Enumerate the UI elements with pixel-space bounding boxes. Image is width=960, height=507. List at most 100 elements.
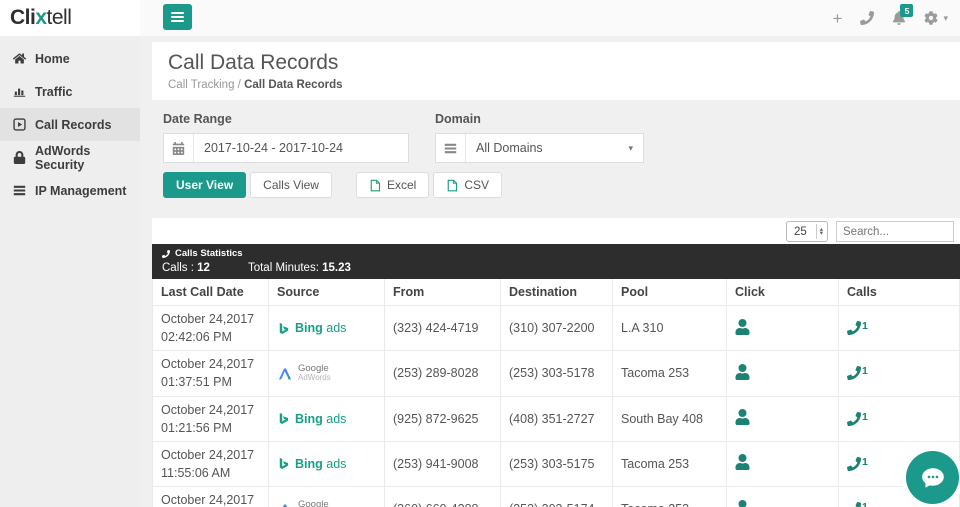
gear-icon bbox=[924, 11, 938, 25]
calls-cell: 1 bbox=[839, 306, 960, 351]
sidebar-item-home[interactable]: Home bbox=[0, 42, 140, 75]
logo-area: Clixtell bbox=[0, 0, 140, 36]
source-cell: Bing ads bbox=[269, 441, 385, 486]
date-range-label: Date Range bbox=[163, 112, 409, 126]
notification-badge: 5 bbox=[900, 4, 913, 17]
phone-icon bbox=[847, 366, 861, 380]
call-records-icon bbox=[13, 118, 26, 131]
search-input[interactable] bbox=[836, 221, 954, 242]
sidebar-item-label: AdWords Security bbox=[35, 144, 140, 172]
sidebar-item-ip-management[interactable]: IP Management bbox=[0, 174, 140, 207]
date-range-input[interactable] bbox=[194, 134, 408, 162]
breadcrumb: Call Tracking / Call Data Records bbox=[168, 79, 944, 91]
calls-count[interactable]: 1 bbox=[847, 366, 951, 380]
call-records-table: Last Call DateSourceFromDestinationPoolC… bbox=[152, 279, 960, 507]
export-csv-button[interactable]: CSV bbox=[433, 172, 502, 198]
table-row: October 24,201701:37:51 PM GoogleAdWords… bbox=[153, 351, 960, 396]
calls-view-button[interactable]: Calls View bbox=[250, 172, 332, 198]
column-header: Destination bbox=[501, 279, 613, 306]
google-adwords-source: GoogleAdWords bbox=[277, 364, 376, 383]
calls-count-label: Calls : bbox=[162, 262, 197, 274]
source-cell: Bing ads bbox=[269, 396, 385, 441]
sidebar-item-adwords-security[interactable]: AdWords Security bbox=[0, 141, 140, 174]
adwords-icon bbox=[277, 366, 293, 381]
date-range-input-group bbox=[163, 133, 409, 163]
adwords-security-icon bbox=[13, 151, 26, 164]
user-icon[interactable] bbox=[735, 409, 750, 425]
spinner-icon: ▴▾ bbox=[816, 224, 823, 239]
table-row: October 24,201711:55:06 AM Bing ads(253)… bbox=[153, 441, 960, 486]
call-records-table-card: 25 ▴▾ Calls Statistics Calls : 12Total M… bbox=[152, 218, 960, 507]
google-adwords-source: GoogleAdWords bbox=[277, 500, 376, 507]
last-call-date-cell: October 24,201711:55:06 AM bbox=[153, 441, 269, 486]
source-cell: Bing ads bbox=[269, 306, 385, 351]
last-call-date-cell: October 24,201711:51:39 AM bbox=[153, 487, 269, 507]
destination-number-cell: (408) 351-2727 bbox=[501, 396, 613, 441]
click-cell bbox=[727, 351, 839, 396]
column-header: Click bbox=[727, 279, 839, 306]
export-excel-button[interactable]: Excel bbox=[356, 172, 429, 198]
phone-icon[interactable] bbox=[860, 11, 874, 25]
notifications-button[interactable]: 5 bbox=[892, 11, 906, 25]
calls-count[interactable]: 1 bbox=[847, 321, 951, 335]
user-icon[interactable] bbox=[735, 500, 750, 507]
csv-file-icon bbox=[446, 179, 458, 192]
click-cell bbox=[727, 306, 839, 351]
settings-menu-button[interactable]: ▾ bbox=[924, 11, 948, 25]
add-icon[interactable]: + bbox=[833, 10, 843, 27]
breadcrumb-parent[interactable]: Call Tracking bbox=[168, 79, 234, 91]
per-page-select[interactable]: 25 ▴▾ bbox=[786, 221, 828, 242]
calls-cell: 1 bbox=[839, 396, 960, 441]
from-number-cell: (253) 289-8028 bbox=[385, 351, 501, 396]
csv-button-label: CSV bbox=[464, 178, 489, 192]
sidebar: Home Traffic Call Records AdWords Securi… bbox=[0, 36, 140, 507]
bing-icon bbox=[277, 412, 290, 425]
pool-cell: L.A 310 bbox=[613, 306, 727, 351]
user-view-button[interactable]: User View bbox=[163, 172, 246, 198]
date-range-filter: Date Range bbox=[163, 112, 409, 163]
topbar: Clixtell + 5 ▾ bbox=[0, 0, 960, 36]
stats-values-row: Calls : 12Total Minutes: 15.23 bbox=[162, 262, 950, 274]
pool-cell: South Bay 408 bbox=[613, 396, 727, 441]
phone-icon bbox=[847, 412, 861, 426]
chat-widget-button[interactable] bbox=[906, 451, 959, 504]
domain-filter: Domain All Domains ▾ bbox=[435, 112, 644, 163]
per-page-value: 25 bbox=[794, 226, 807, 238]
stats-title: Calls Statistics bbox=[175, 248, 243, 259]
domain-label: Domain bbox=[435, 112, 644, 126]
column-header: Source bbox=[269, 279, 385, 306]
user-icon[interactable] bbox=[735, 364, 750, 380]
logo-text-bold: Cli bbox=[10, 6, 35, 29]
table-row: October 24,201702:42:06 PM Bing ads(323)… bbox=[153, 306, 960, 351]
last-call-date-cell: October 24,201702:42:06 PM bbox=[153, 306, 269, 351]
sidebar-item-label: IP Management bbox=[35, 184, 126, 198]
table-row: October 24,201701:21:56 PM Bing ads(925)… bbox=[153, 396, 960, 441]
page-title: Call Data Records bbox=[168, 50, 944, 75]
logo-text-light: tell bbox=[47, 6, 72, 29]
traffic-icon bbox=[13, 85, 26, 98]
sidebar-toggle-button[interactable] bbox=[163, 4, 192, 30]
source-cell: GoogleAdWords bbox=[269, 487, 385, 507]
brand-logo[interactable]: Clixtell bbox=[10, 6, 71, 30]
domain-selected-value: All Domains bbox=[476, 141, 543, 155]
sidebar-item-traffic[interactable]: Traffic bbox=[0, 75, 140, 108]
from-number-cell: (925) 872-9625 bbox=[385, 396, 501, 441]
last-call-date-cell: October 24,201701:37:51 PM bbox=[153, 351, 269, 396]
user-icon[interactable] bbox=[735, 319, 750, 335]
table-header-row: Last Call DateSourceFromDestinationPoolC… bbox=[153, 279, 960, 306]
domain-select-group: All Domains ▾ bbox=[435, 133, 644, 163]
phone-icon bbox=[162, 250, 170, 258]
destination-number-cell: (253) 303-5178 bbox=[501, 351, 613, 396]
excel-button-label: Excel bbox=[387, 178, 416, 192]
source-cell: GoogleAdWords bbox=[269, 351, 385, 396]
bing-ads-source: Bing ads bbox=[277, 412, 376, 426]
calls-count[interactable]: 1 bbox=[847, 412, 951, 426]
table-toolbar: 25 ▴▾ bbox=[152, 218, 960, 244]
table-row: October 24,201711:51:39 AM GoogleAdWords… bbox=[153, 487, 960, 507]
domain-select[interactable]: All Domains ▾ bbox=[466, 134, 643, 162]
user-icon[interactable] bbox=[735, 454, 750, 470]
calls-cell: 1 bbox=[839, 351, 960, 396]
phone-icon bbox=[847, 321, 861, 335]
calls-count-value: 12 bbox=[197, 262, 210, 274]
sidebar-item-call-records[interactable]: Call Records bbox=[0, 108, 140, 141]
